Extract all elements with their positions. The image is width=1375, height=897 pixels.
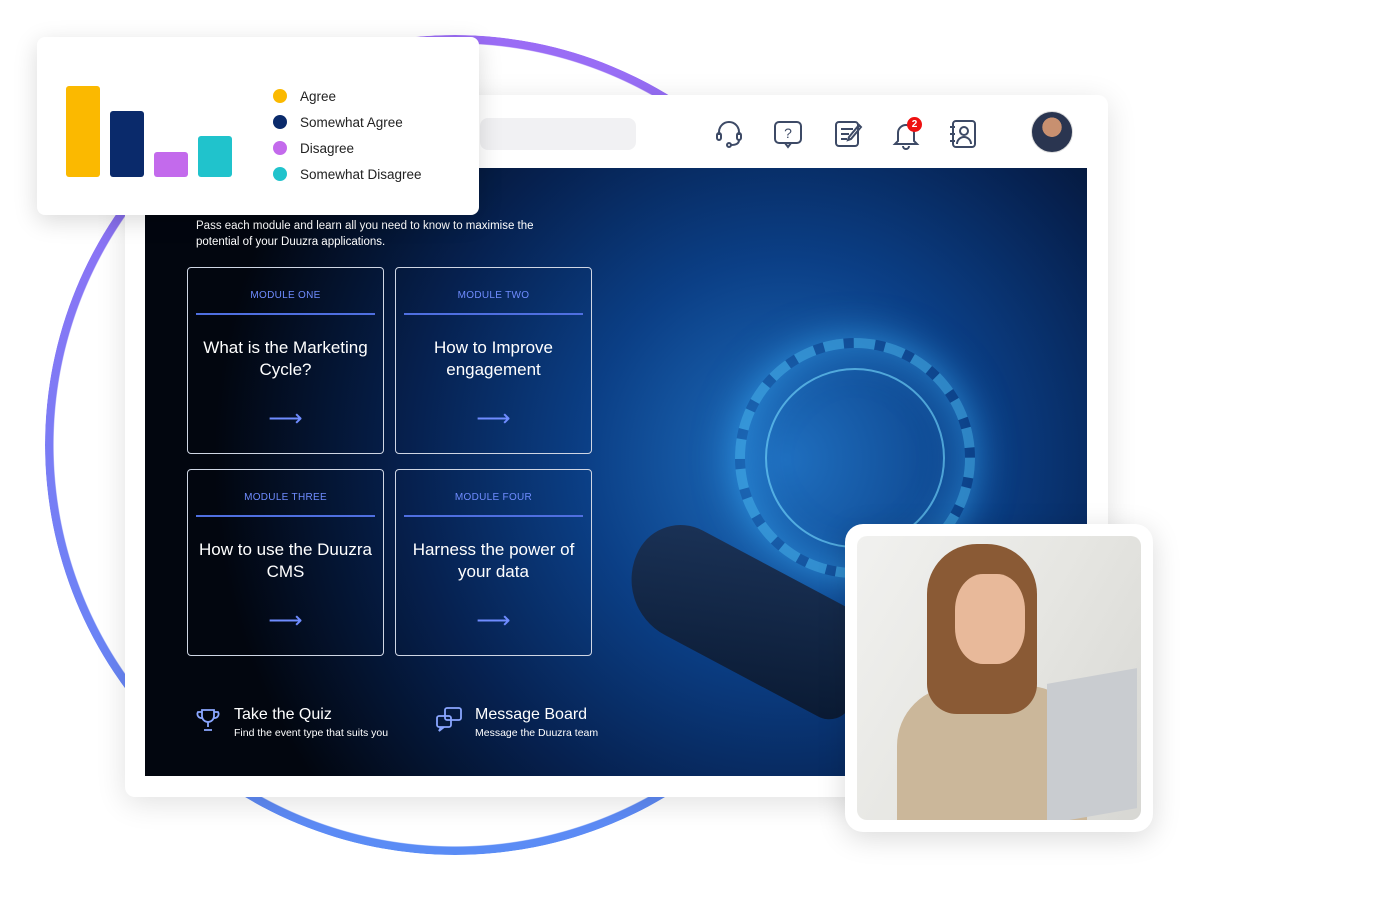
legend-item: Agree	[273, 83, 422, 109]
notification-badge: 2	[907, 117, 922, 132]
legend-dot	[273, 89, 287, 103]
user-avatar[interactable]	[1031, 111, 1073, 153]
module-label: MODULE ONE	[250, 290, 321, 301]
notes-icon[interactable]	[831, 117, 865, 151]
arrow-right-icon[interactable]: ⟶	[188, 606, 383, 635]
intro-text: Pass each module and learn all you need …	[196, 220, 534, 248]
survey-chart-card: Agree Somewhat Agree Disagree Somewhat Disa…	[37, 37, 479, 215]
legend-label: Somewhat Agree	[300, 114, 403, 130]
svg-text:?: ?	[784, 125, 792, 141]
quiz-link[interactable]: Take the Quiz Find the event type that s…	[196, 706, 389, 739]
module-card-one[interactable]: MODULE ONE What is the Marketing Cycle? …	[187, 267, 384, 454]
arrow-right-icon[interactable]: ⟶	[396, 606, 591, 635]
legend-label: Agree	[300, 88, 337, 104]
legend-item: Somewhat Disagree	[273, 161, 422, 187]
trophy-icon	[196, 709, 220, 731]
bar-disagree	[154, 152, 188, 177]
globe-graphic	[765, 368, 945, 548]
module-card-two[interactable]: MODULE TWO How to Improve engagement ⟶	[395, 267, 592, 454]
woman-at-laptop-photo	[857, 536, 1141, 820]
legend-label: Disagree	[300, 140, 355, 156]
module-title: How to use the Duuzra CMS	[199, 540, 372, 581]
module-label: MODULE TWO	[457, 290, 530, 301]
module-title: What is the Marketing Cycle?	[203, 338, 368, 379]
legend-item: Disagree	[273, 135, 422, 161]
help-icon[interactable]: ?	[771, 117, 805, 151]
arrow-right-icon[interactable]: ⟶	[188, 404, 383, 433]
headset-icon[interactable]	[712, 117, 746, 151]
module-label: MODULE THREE	[244, 492, 327, 503]
module-title: Harness the power of your data	[412, 540, 575, 581]
message-board-link[interactable]: Message Board Message the Duuzra team	[436, 706, 599, 739]
quiz-subtitle: Find the event type that suits you	[234, 727, 389, 739]
module-card-four[interactable]: MODULE FOUR Harness the power of your da…	[395, 469, 592, 656]
message-board-subtitle: Message the Duuzra team	[475, 727, 599, 739]
quiz-title: Take the Quiz	[234, 706, 332, 723]
message-board-title: Message Board	[475, 706, 588, 723]
legend-label: Somewhat Disagree	[300, 166, 422, 182]
module-card-three[interactable]: MODULE THREE How to use the Duuzra CMS ⟶	[187, 469, 384, 656]
bar-somewhat-agree	[110, 111, 144, 177]
legend-dot	[273, 141, 287, 155]
arrow-right-icon[interactable]: ⟶	[396, 404, 591, 433]
photo-card	[845, 524, 1153, 832]
legend-item: Somewhat Agree	[273, 109, 422, 135]
module-label: MODULE FOUR	[454, 492, 533, 503]
bar-chart	[66, 67, 236, 177]
bar-agree	[66, 86, 100, 177]
chart-legend: Agree Somewhat Agree Disagree Somewhat Disa…	[273, 83, 422, 187]
module-title: How to Improve engagement	[433, 338, 554, 379]
search-bar[interactable]	[480, 118, 636, 150]
legend-dot	[273, 167, 287, 181]
chat-icon	[436, 707, 462, 732]
legend-dot	[273, 115, 287, 129]
bar-somewhat-disagree	[198, 136, 232, 177]
contacts-icon[interactable]	[946, 117, 980, 151]
